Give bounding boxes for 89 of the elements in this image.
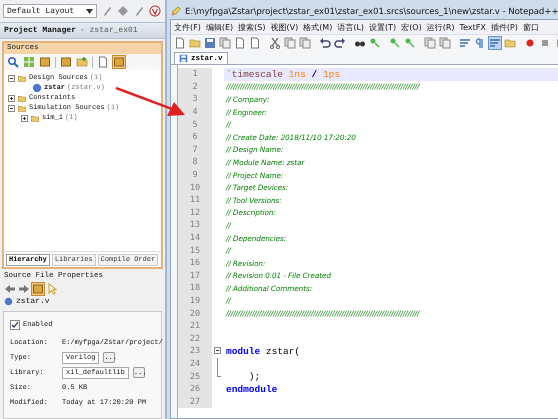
save-icon[interactable] <box>204 36 216 48</box>
line-number: 3 <box>178 93 212 106</box>
menu-item[interactable]: 宏(O) <box>401 22 422 32</box>
copy-icon[interactable] <box>299 36 311 48</box>
line-number: 19 <box>178 294 212 308</box>
project-name: - zstar_ex01 <box>80 26 138 35</box>
line-number: 24 <box>178 358 212 370</box>
redo-icon[interactable] <box>334 36 346 48</box>
layout-dropdown[interactable]: Default Layout <box>3 4 97 18</box>
folder-icon[interactable] <box>504 36 516 48</box>
expand-toggle[interactable] <box>21 114 28 122</box>
grid-icon[interactable] <box>23 56 35 68</box>
folder-icon[interactable] <box>189 36 201 48</box>
notepad-logo-icon[interactable] <box>170 6 181 17</box>
line-number: 17 <box>178 270 212 282</box>
line-number: 21 <box>178 320 212 332</box>
line-number: 7 <box>178 144 212 156</box>
box-icon[interactable] <box>32 283 44 295</box>
forward-arrow-icon[interactable] <box>18 283 30 295</box>
menu-item[interactable]: 编辑(E) <box>206 22 234 32</box>
add-folder-icon[interactable] <box>76 56 88 68</box>
menu-item[interactable]: 视图(V) <box>270 22 298 32</box>
code-line: ); <box>248 370 262 383</box>
verilog-file-icon[interactable] <box>4 297 13 306</box>
collapse-toggle[interactable] <box>8 104 15 112</box>
caret-icon[interactable] <box>86 8 93 14</box>
box-icon[interactable] <box>39 56 51 68</box>
word-wrap-icon[interactable] <box>489 36 501 48</box>
menu-item[interactable]: 插件(P) <box>490 22 518 32</box>
menu-item[interactable]: 设置(T) <box>369 22 396 32</box>
line-number: 2 <box>178 80 212 94</box>
line-number: 27 <box>178 395 212 408</box>
box-icon[interactable] <box>113 56 125 68</box>
window-title: E:\myfpga\Zstar\project\zstar_ex01\zstar_ex01.srcs\sources_1\new\zstar.v - Notepad++ <box>185 6 558 16</box>
panel-title: Project Manager <box>4 26 76 35</box>
back-arrow-icon[interactable] <box>4 283 16 295</box>
line-number: 6 <box>178 130 212 144</box>
document-icon[interactable] <box>249 36 261 48</box>
menu-item[interactable]: 搜索(S) <box>238 22 266 32</box>
line-number: 12 <box>178 206 212 220</box>
line-number: 25 <box>178 370 212 383</box>
copy-icon[interactable] <box>439 36 451 48</box>
line-number: 8 <box>178 156 212 169</box>
line-number: 20 <box>178 307 212 320</box>
diamond-icon[interactable] <box>117 5 129 17</box>
new-file-icon[interactable] <box>174 36 186 48</box>
line-number: 16 <box>178 256 212 270</box>
line-number: 14 <box>178 232 212 244</box>
code-line: module zstar( <box>225 345 302 358</box>
menu-item[interactable]: 运行(R) <box>426 22 455 32</box>
verilog-file-icon[interactable] <box>32 83 42 93</box>
zoom-icon[interactable] <box>404 36 416 48</box>
copy-icon[interactable] <box>284 36 296 48</box>
code-editor[interactable] <box>177 65 558 418</box>
menu-item[interactable]: TextFX <box>460 22 486 32</box>
save-icon[interactable] <box>179 54 188 63</box>
code-line: endmodule <box>225 382 278 396</box>
zoom-icon[interactable] <box>389 36 401 48</box>
expand-toggle[interactable] <box>8 94 15 102</box>
line-number: 15 <box>178 244 212 257</box>
copy-icon[interactable] <box>424 36 436 48</box>
collapse-toggle[interactable] <box>8 74 15 82</box>
enabled-checkbox[interactable] <box>10 320 20 330</box>
line-number: 5 <box>178 118 212 131</box>
line-number: 22 <box>178 332 212 346</box>
menu-item[interactable]: 格式(M) <box>303 22 332 32</box>
vivado-logo-icon[interactable] <box>149 5 161 17</box>
line-number: 13 <box>178 219 212 232</box>
line-number: 9 <box>178 168 212 182</box>
menu-item[interactable]: 窗口 <box>522 22 539 32</box>
line-number: 26 <box>178 382 212 396</box>
document-icon[interactable] <box>97 56 109 68</box>
file-name: zstar.v <box>16 297 50 306</box>
record-icon[interactable] <box>524 36 536 48</box>
line-number: 1 <box>178 68 212 81</box>
document-icon[interactable] <box>234 36 246 48</box>
line-number: 11 <box>178 194 212 207</box>
search-icon[interactable] <box>7 56 19 68</box>
copy-icon[interactable] <box>219 36 231 48</box>
cursor-icon[interactable] <box>46 283 58 295</box>
menu-item[interactable]: 文件(F) <box>174 22 201 32</box>
line-number: 23 <box>178 345 212 358</box>
line-number: 18 <box>178 282 212 295</box>
line-number: 10 <box>178 181 212 194</box>
box-icon[interactable] <box>60 56 72 68</box>
undo-icon[interactable] <box>319 36 331 48</box>
menu-item[interactable]: 语言(L) <box>337 22 364 32</box>
word-wrap-icon[interactable] <box>459 36 471 48</box>
cut-icon[interactable] <box>269 36 281 48</box>
